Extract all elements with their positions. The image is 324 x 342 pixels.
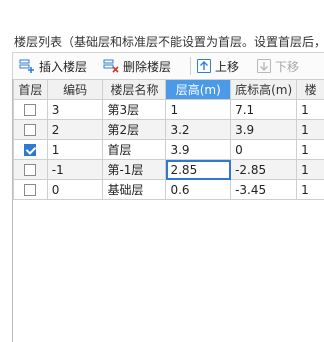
floor-list-panel-header: 楼层列表（基础层和标准层不能设置为首层。设置首层后，: [0, 0, 324, 52]
insert-floor-icon: [19, 58, 35, 74]
base-elevation-cell[interactable]: 7.1: [230, 99, 298, 120]
table-row: 0 基础层 0.6 -3.45 1: [13, 179, 324, 200]
first-floor-checkbox-cell[interactable]: [13, 119, 48, 140]
extra-cell[interactable]: 1: [296, 139, 324, 160]
arrow-down-icon: [257, 59, 271, 73]
move-up-label: 上移: [215, 59, 240, 74]
floor-table-container: 首层 编码 楼层名称 层高(m) 底标高(m) 楼 3 第3层 1 7.1 1 …: [12, 79, 324, 342]
first-floor-checkbox[interactable]: [24, 164, 37, 176]
code-cell[interactable]: 0: [46, 179, 104, 200]
first-floor-checkbox-checked[interactable]: [24, 144, 37, 156]
code-cell[interactable]: -1: [46, 159, 104, 180]
toolbar-separator: [190, 57, 191, 75]
move-up-button[interactable]: 上移: [197, 55, 239, 77]
code-cell[interactable]: 3: [46, 99, 104, 120]
floor-toolbar: 插入楼层 删除楼层 上移 下移: [12, 52, 324, 79]
insert-floor-button[interactable]: 插入楼层: [19, 55, 87, 77]
col-header-floor-height[interactable]: 层高(m): [165, 79, 232, 100]
table-header-row: 首层 编码 楼层名称 层高(m) 底标高(m) 楼: [13, 79, 324, 100]
move-down-label: 下移: [275, 59, 300, 74]
first-floor-checkbox[interactable]: [24, 104, 37, 116]
floor-list-title: 楼层列表（基础层和标准层不能设置为首层。设置首层后，: [14, 35, 324, 49]
extra-cell[interactable]: 1: [296, 179, 324, 200]
floor-table: 首层 编码 楼层名称 层高(m) 底标高(m) 楼 3 第3层 1 7.1 1 …: [13, 79, 324, 200]
delete-floor-label: 删除楼层: [123, 59, 172, 74]
col-header-extra[interactable]: 楼: [296, 79, 324, 100]
first-floor-checkbox-cell[interactable]: [13, 179, 48, 200]
first-floor-checkbox-cell[interactable]: [13, 139, 48, 160]
code-cell[interactable]: 2: [46, 119, 104, 140]
table-row: 1 首层 3.9 0 1: [13, 139, 324, 160]
first-floor-checkbox-cell[interactable]: [13, 99, 48, 120]
floor-name-cell[interactable]: 第-1层: [102, 159, 167, 180]
col-header-code[interactable]: 编码: [46, 79, 104, 100]
floor-height-cell[interactable]: 1: [165, 99, 232, 120]
arrow-up-icon: [197, 59, 211, 73]
base-elevation-cell[interactable]: 0: [230, 139, 298, 160]
table-row: 2 第2层 3.2 3.9 1: [13, 119, 324, 140]
extra-cell[interactable]: 1: [296, 159, 324, 180]
base-elevation-cell[interactable]: -3.45: [230, 179, 298, 200]
first-floor-checkbox[interactable]: [24, 124, 37, 136]
table-row: 3 第3层 1 7.1 1: [13, 99, 324, 120]
extra-cell[interactable]: 1: [296, 119, 324, 140]
move-down-button[interactable]: 下移: [257, 55, 299, 77]
first-floor-checkbox-cell[interactable]: [13, 159, 48, 180]
delete-floor-button[interactable]: 删除楼层: [103, 55, 171, 77]
floor-name-cell[interactable]: 基础层: [102, 179, 167, 200]
insert-floor-label: 插入楼层: [39, 59, 88, 74]
first-floor-checkbox[interactable]: [24, 184, 37, 196]
floor-height-cell[interactable]: 3.9: [165, 139, 232, 160]
extra-cell[interactable]: 1: [296, 99, 324, 120]
floor-height-cell[interactable]: 0.6: [165, 179, 232, 200]
col-header-floor-name[interactable]: 楼层名称: [102, 79, 167, 100]
delete-floor-icon: [103, 58, 119, 74]
table-row: -1 第-1层 2.85 -2.85 1: [13, 159, 324, 180]
code-cell[interactable]: 1: [46, 139, 104, 160]
floor-name-cell[interactable]: 第3层: [102, 99, 167, 120]
floor-height-cell[interactable]: 3.2: [165, 119, 232, 140]
floor-height-cell-editing[interactable]: 2.85: [165, 159, 232, 180]
floor-name-cell[interactable]: 第2层: [102, 119, 167, 140]
col-header-base-elevation[interactable]: 底标高(m): [230, 79, 298, 100]
col-header-first-floor[interactable]: 首层: [13, 79, 48, 100]
base-elevation-cell[interactable]: -2.85: [230, 159, 298, 180]
floor-name-cell[interactable]: 首层: [102, 139, 167, 160]
base-elevation-cell[interactable]: 3.9: [230, 119, 298, 140]
